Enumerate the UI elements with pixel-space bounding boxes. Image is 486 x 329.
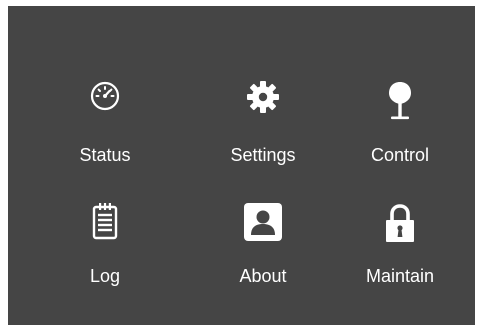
main-menu-panel: Status Settings Control Log About Mainta… <box>8 6 475 325</box>
menu-item-label: About <box>239 266 287 286</box>
menu-item-log[interactable]: Log <box>35 6 175 325</box>
user-icon <box>243 202 283 247</box>
menu-item-about[interactable]: About <box>193 6 333 325</box>
menu-item-label: Log <box>89 266 121 286</box>
menu-item-label: Maintain <box>365 266 435 286</box>
lock-icon <box>383 202 417 249</box>
menu-item-maintain[interactable]: Maintain <box>330 6 470 325</box>
notepad-icon <box>91 202 119 245</box>
